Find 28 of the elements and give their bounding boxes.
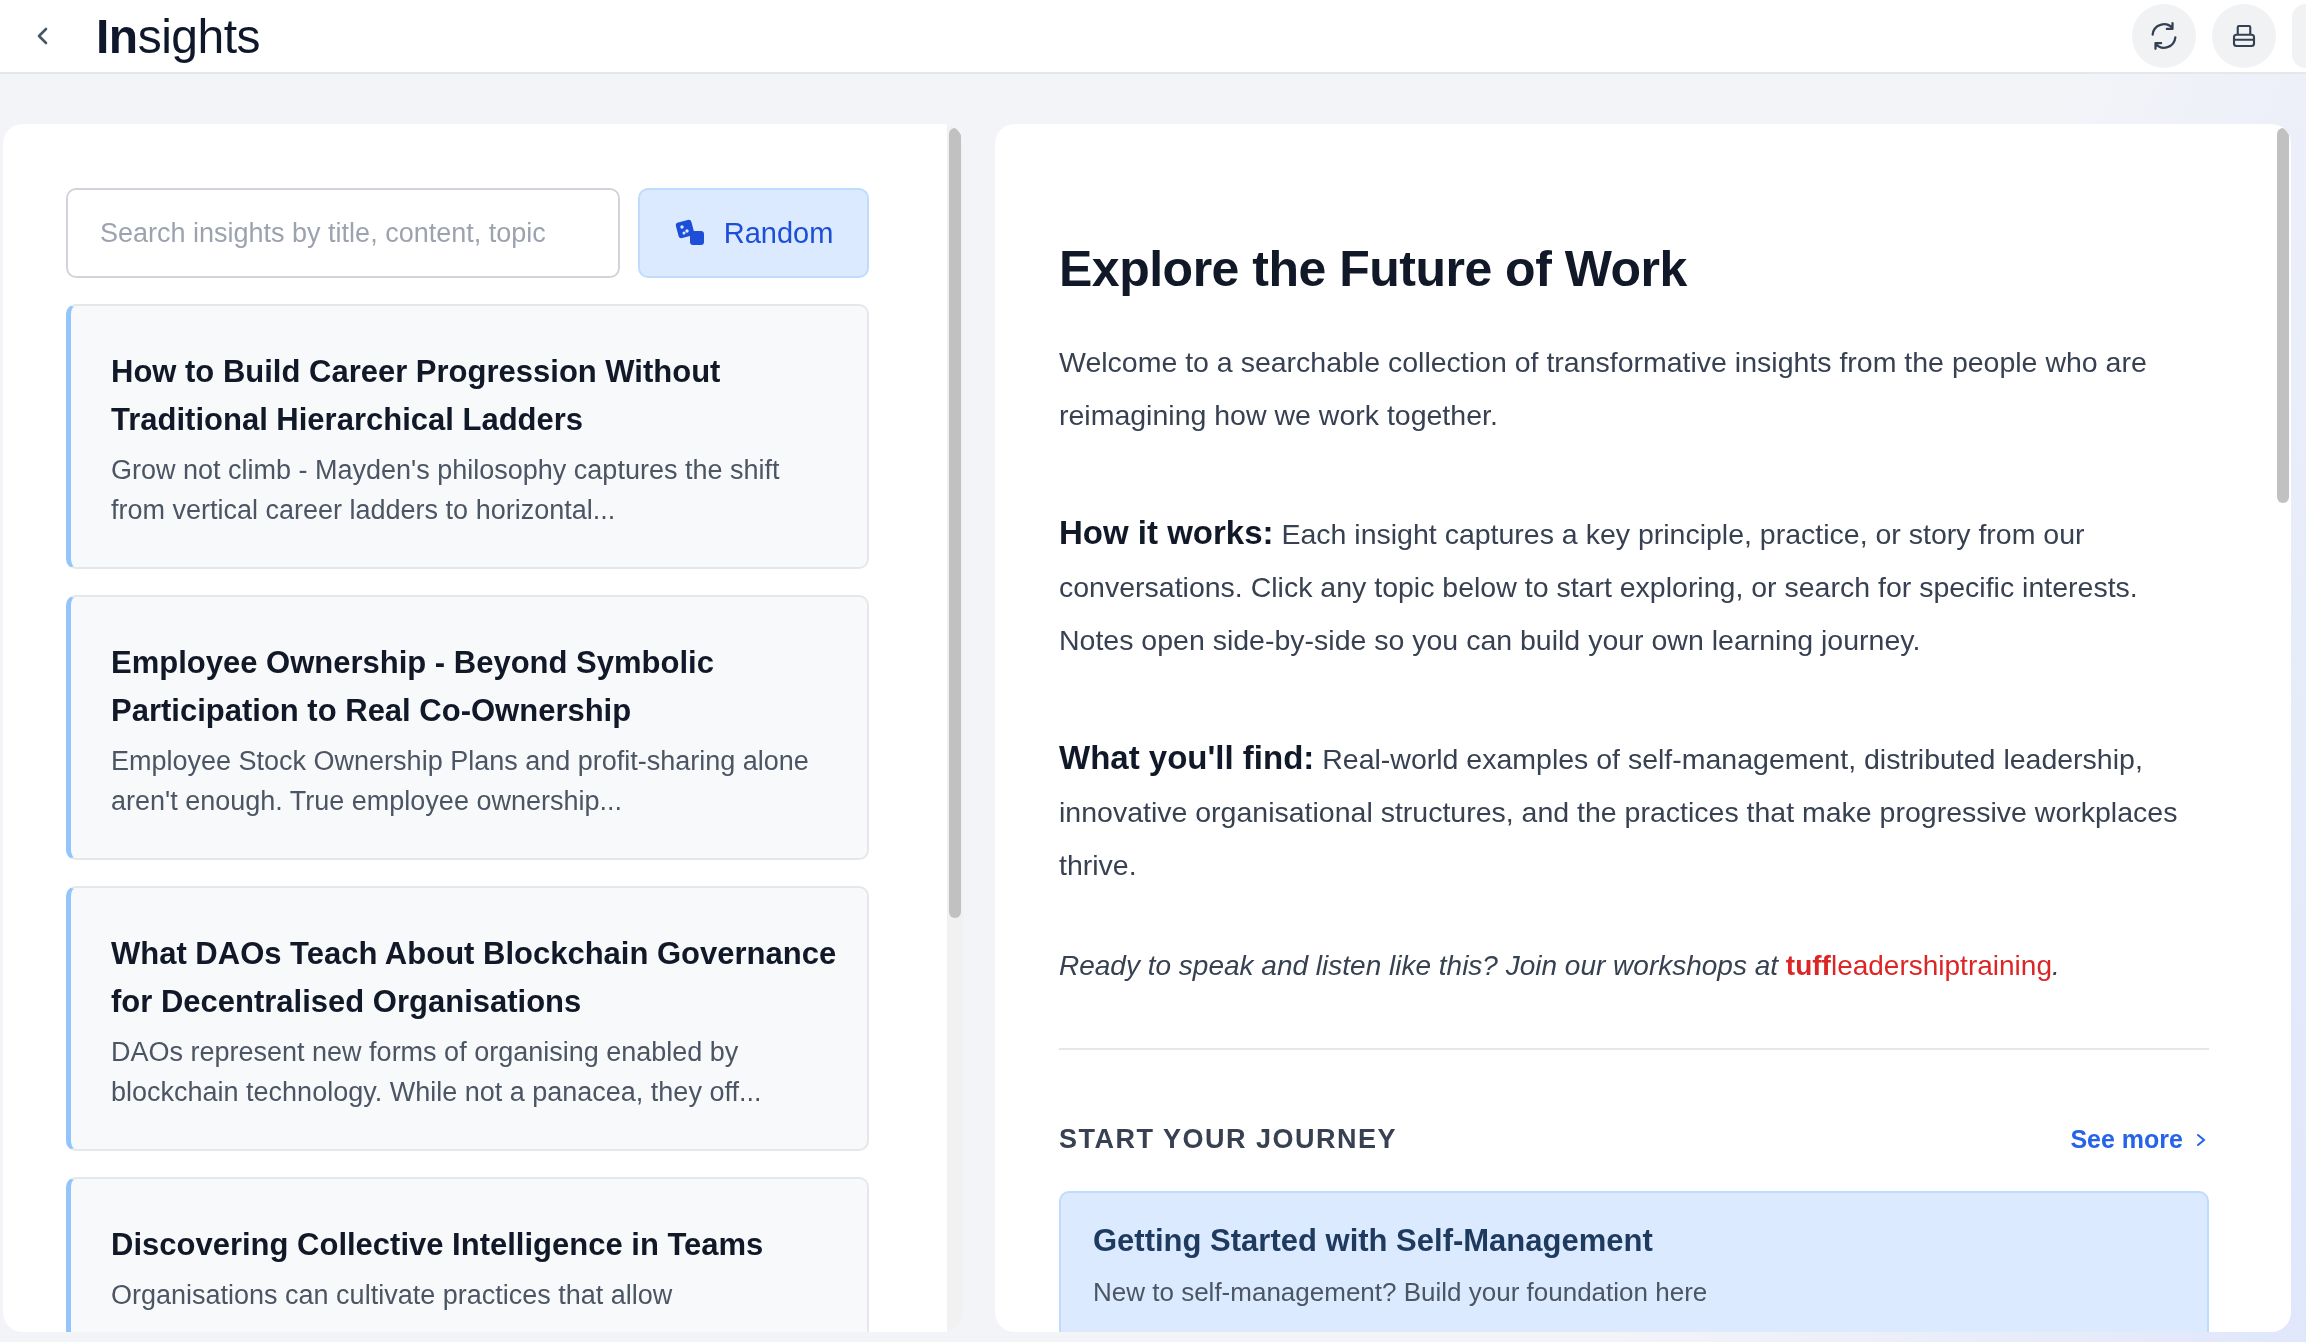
workshop-text: Ready to speak and listen like this? Join our workshops at tuffleadershiptraining. — [1059, 950, 2061, 982]
scrollbar-thumb[interactable] — [2277, 128, 2289, 503]
insight-card[interactable]: Discovering Collective Intelligence in Teams Organisations can cultivate practices that allow — [66, 1177, 869, 1332]
scrollbar-thumb[interactable] — [949, 128, 961, 918]
section-title: START YOUR JOURNEY — [1059, 1124, 1398, 1155]
see-more-link[interactable]: See more — [2070, 1125, 2209, 1154]
search-field[interactable]: Search insights by title, content, topic — [66, 188, 620, 278]
random-button[interactable]: Random — [638, 188, 869, 278]
journey-card[interactable]: Getting Started with Self-Management New to self-management? Build your foundation here — [1059, 1191, 2209, 1332]
page-title: Insights — [96, 8, 261, 64]
intro-paragraph: How it works: Each insight captures a key principle, practice, or story from our conversations. Click any topic below to start exploring, or search for specific interests. Notes open side-by-side so you can build your own learning journey. — [1059, 513, 2139, 658]
insight-summary: Grow not climb - Mayden's philosophy captures the shift from vertical career ladders to horizontal... — [111, 454, 781, 527]
insight-card[interactable]: Employee Ownership - Beyond Symbolic Participation to Real Co-Ownership Employee Stock Ownership Plans and profit-sharing alone aren't enough. True employee ownership... — [66, 595, 869, 860]
intro-paragraph: What you'll find: Real-world examples of self-management, distributed leadership, innovative organisational structures, and the practices that make progressive workplaces thrive. — [1059, 738, 2179, 883]
journey-card-title: Getting Started with Self-Management — [1093, 1223, 1654, 1259]
insight-summary: Organisations can cultivate practices that allow — [111, 1279, 674, 1312]
insight-summary: Employee Stock Ownership Plans and profit-sharing alone aren't enough. True employee ownership... — [111, 745, 810, 818]
insight-summary: DAOs represent new forms of organising enabled by blockchain technology. While not a panacea, they off... — [111, 1036, 763, 1109]
journey-card-description: New to self-management? Build your foundation here — [1093, 1277, 1709, 1308]
insight-title: What DAOs Teach About Blockchain Governance for Decentralised Organisations — [111, 935, 837, 1021]
workshop-link[interactable]: tuffleadershiptraining — [1785, 950, 2052, 981]
insight-title: Discovering Collective Intelligence in Teams — [111, 1226, 765, 1264]
intro-heading: Explore the Future of Work — [1059, 240, 1688, 298]
insight-title: Employee Ownership - Beyond Symbolic Participation to Real Co-Ownership — [111, 644, 715, 730]
insight-title: How to Build Career Progression Without Traditional Hierarchical Ladders — [111, 353, 722, 439]
welcome-text: Welcome to a searchable collection of transformative insights from the people who are reimagining how we work together. — [1059, 345, 2148, 433]
insight-card[interactable]: What DAOs Teach About Blockchain Governance for Decentralised Organisations DAOs represent new forms of organising enabled by blockchain technology. While not a panacea, they off... — [66, 886, 869, 1151]
insight-card[interactable]: How to Build Career Progression Without Traditional Hierarchical Ladders Grow not climb - Mayden's philosophy captures the shift from vertical career ladders to horizontal... — [66, 304, 869, 569]
